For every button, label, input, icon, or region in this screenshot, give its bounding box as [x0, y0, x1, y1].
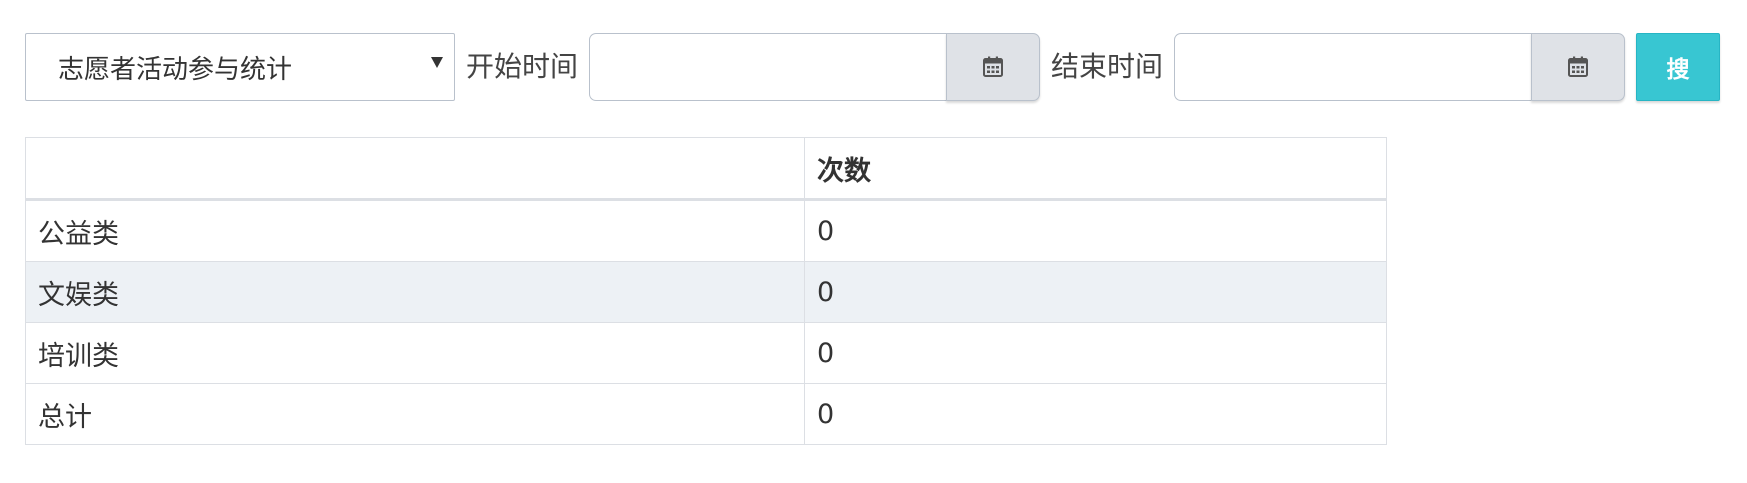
table-row: 培训类 0 [25, 322, 1387, 384]
calendar-icon [1568, 56, 1589, 77]
header-category [25, 137, 805, 201]
row-count: 0 [804, 199, 1387, 262]
row-category: 公益类 [25, 199, 805, 262]
row-category: 培训类 [25, 322, 805, 384]
row-count: 0 [804, 322, 1387, 384]
header-count: 次数 [804, 137, 1387, 201]
row-count: 0 [804, 383, 1387, 445]
table-header-row: 次数 [25, 137, 1387, 201]
start-time-group [589, 33, 1041, 101]
report-type-value: 志愿者活动参与统计 [58, 54, 293, 85]
table-row: 文娱类 0 [25, 261, 1387, 323]
end-time-label: 结束时间 [1051, 50, 1164, 83]
start-time-label: 开始时间 [466, 50, 579, 83]
start-time-input[interactable] [589, 33, 947, 101]
table-row: 公益类 0 [25, 199, 1387, 262]
row-category: 文娱类 [25, 261, 805, 323]
table-row: 总计 0 [25, 383, 1387, 445]
calendar-icon [983, 56, 1004, 77]
start-calendar-button[interactable] [946, 33, 1041, 101]
caret-down-icon[interactable] [431, 57, 443, 68]
end-time-input[interactable] [1174, 33, 1532, 101]
stats-table: 次数 公益类 0 文娱类 0 培训类 0 总计 0 [25, 137, 1387, 445]
row-count: 0 [804, 261, 1387, 323]
report-type-select[interactable]: 志愿者活动参与统计 [25, 33, 455, 101]
search-button[interactable]: 搜 [1636, 33, 1721, 101]
row-category: 总计 [25, 383, 805, 445]
end-calendar-button[interactable] [1531, 33, 1626, 101]
end-time-group [1174, 33, 1626, 101]
filter-toolbar: 志愿者活动参与统计 开始时间 结束时间 搜 [25, 33, 1721, 101]
